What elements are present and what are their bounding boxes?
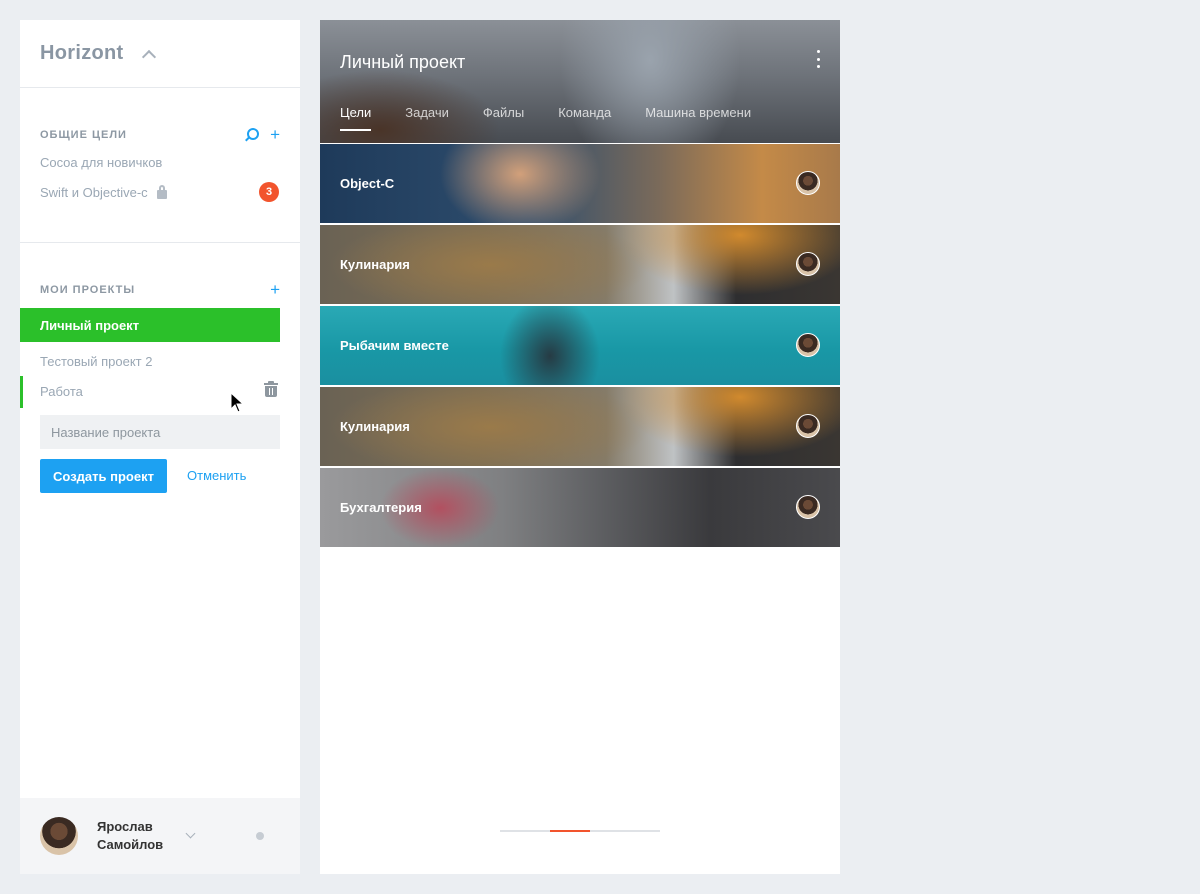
project-item-active[interactable]: Личный проект: [20, 308, 280, 342]
goal-title: Кулинария: [340, 419, 410, 434]
my-projects-title: МОИ ПРОЕКТЫ: [40, 284, 136, 296]
shared-goals-header: ОБЩИЕ ЦЕЛИ +: [40, 126, 280, 143]
pager-indicator: [550, 830, 590, 832]
user-bar: Ярослав Самойлов: [20, 798, 300, 874]
cancel-button[interactable]: Отменить: [187, 468, 246, 483]
goal-title: Object-C: [340, 176, 395, 191]
project-label: Работа: [40, 383, 83, 399]
goal-title: Кулинария: [340, 257, 410, 272]
tab-bar: Цели Задачи Файлы Команда Машина времени: [340, 105, 785, 131]
goal-list: Object-C Кулинария Рыбачим вместе Кулина…: [320, 144, 840, 549]
goal-label: Swift и Objective-c: [40, 184, 148, 200]
project-item[interactable]: Работа: [40, 381, 83, 401]
shared-goals-title: ОБЩИЕ ЦЕЛИ: [40, 129, 127, 141]
main-panel: Личный проект Цели Задачи Файлы Команда …: [320, 20, 840, 874]
avatar: [796, 171, 820, 195]
goal-label: Cocoa для новичков: [40, 154, 163, 170]
project-banner: Личный проект Цели Задачи Файлы Команда …: [320, 20, 840, 143]
avatar: [796, 414, 820, 438]
section-divider: [20, 242, 300, 243]
goal-item[interactable]: Swift и Objective-c 3: [40, 182, 280, 202]
goal-title: Рыбачим вместе: [340, 338, 449, 353]
chevron-down-icon[interactable]: [185, 828, 196, 838]
avatar[interactable]: [40, 817, 78, 855]
brand-name: Horizont: [40, 42, 124, 64]
tab-files[interactable]: Файлы: [483, 105, 524, 131]
tab-time-machine[interactable]: Машина времени: [645, 105, 751, 131]
goal-row[interactable]: Кулинария: [320, 387, 840, 466]
goal-row[interactable]: Кулинария: [320, 225, 840, 304]
goal-item[interactable]: Cocoa для новичков: [40, 152, 280, 172]
avatar: [796, 333, 820, 357]
lock-icon: [156, 184, 167, 199]
project-hover-indicator: [20, 376, 23, 408]
brand-header[interactable]: Horizont: [20, 20, 300, 88]
add-project-icon[interactable]: +: [270, 281, 280, 298]
sidebar: Horizont ОБЩИЕ ЦЕЛИ + Cocoa для новичков…: [20, 20, 300, 874]
avatar: [796, 495, 820, 519]
goal-row[interactable]: Бухгалтерия: [320, 468, 840, 547]
mouse-cursor-icon: [230, 392, 245, 413]
project-label: Тестовый проект 2: [40, 353, 153, 369]
goal-row[interactable]: Рыбачим вместе: [320, 306, 840, 385]
add-goal-icon[interactable]: +: [270, 126, 280, 143]
search-icon[interactable]: [244, 128, 260, 142]
more-vertical-icon[interactable]: [816, 50, 820, 68]
tab-team[interactable]: Команда: [558, 105, 611, 131]
goal-row[interactable]: Object-C: [320, 144, 840, 223]
my-projects-header: МОИ ПРОЕКТЫ +: [40, 281, 280, 298]
trash-icon[interactable]: [264, 381, 278, 397]
tab-goals[interactable]: Цели: [340, 105, 372, 131]
project-name-input[interactable]: [40, 415, 280, 449]
user-name[interactable]: Ярослав Самойлов: [97, 818, 177, 854]
create-project-button[interactable]: Создать проект: [40, 459, 167, 493]
goal-title: Бухгалтерия: [340, 500, 422, 515]
avatar: [796, 252, 820, 276]
pager-track[interactable]: [500, 830, 660, 832]
tab-tasks[interactable]: Задачи: [405, 105, 449, 131]
notification-badge: 3: [259, 182, 279, 202]
project-label: Личный проект: [40, 317, 140, 333]
page-title: Личный проект: [340, 52, 466, 72]
status-dot: [256, 832, 264, 840]
chevron-up-icon[interactable]: [141, 49, 156, 64]
project-item[interactable]: Тестовый проект 2: [40, 351, 152, 371]
